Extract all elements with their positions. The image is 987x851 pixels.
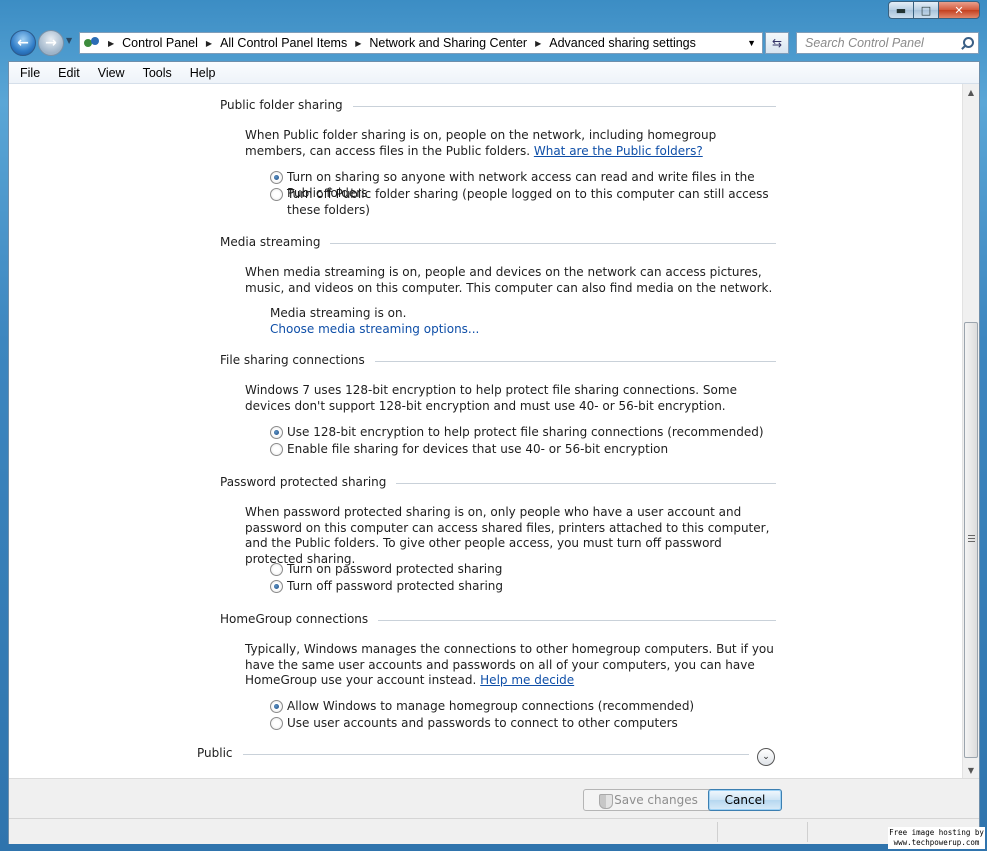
profile-header-public[interactable]: Public (197, 746, 777, 760)
scroll-down-arrow-icon[interactable]: ▼ (963, 762, 979, 778)
radio-label: Turn on password protected sharing (287, 562, 503, 576)
section-divider (378, 619, 776, 621)
close-button[interactable]: ✕ (938, 1, 980, 19)
dialog-footer: Save changes Cancel (9, 778, 979, 818)
menu-file[interactable]: File (11, 66, 49, 80)
radio-label: Use user accounts and passwords to conne… (287, 716, 678, 730)
breadcrumb-advanced-sharing[interactable]: Advanced sharing settings (549, 36, 696, 50)
chevron-right-icon[interactable]: ▶ (108, 39, 114, 48)
chevron-right-icon[interactable]: ▶ (206, 39, 212, 48)
radio-option[interactable]: Use 128-bit encryption to help protect f… (270, 425, 780, 441)
media-streaming-status: Media streaming is on. Choose media stre… (270, 306, 805, 337)
cancel-button[interactable]: Cancel (708, 789, 782, 811)
radio-button[interactable] (270, 717, 283, 730)
back-button[interactable]: ← (10, 30, 36, 56)
radio-button-checked[interactable] (270, 426, 283, 439)
radio-button[interactable] (270, 188, 283, 201)
menu-bar: File Edit View Tools Help (9, 62, 979, 84)
menu-help[interactable]: Help (181, 66, 225, 80)
recent-pages-dropdown[interactable]: ▼ (66, 36, 72, 45)
section-description: When media streaming is on, people and d… (245, 265, 773, 295)
section-description: Windows 7 uses 128-bit encryption to hel… (245, 383, 737, 413)
section-title: HomeGroup connections (220, 612, 369, 626)
profile-title: Public (197, 746, 233, 760)
control-panel-icon (84, 36, 100, 50)
vertical-scrollbar[interactable]: ▲ ▼ (962, 84, 979, 778)
radio-option[interactable]: Use user accounts and passwords to conne… (270, 716, 780, 732)
navigation-bar: ← → ▼ ▶ Control Panel ▶ All Control Pane… (8, 28, 979, 58)
radio-option[interactable]: Turn off Public folder sharing (people l… (270, 187, 780, 218)
radio-button[interactable] (270, 443, 283, 456)
radio-label: Turn off password protected sharing (287, 579, 503, 593)
chevron-right-icon[interactable]: ▶ (355, 39, 361, 48)
grip-icon (968, 535, 975, 542)
chevron-down-icon[interactable]: ▼ (747, 38, 756, 48)
arrow-right-icon: → (45, 35, 57, 51)
radio-label: Turn off Public folder sharing (people l… (287, 187, 769, 217)
radio-label: Allow Windows to manage homegroup connec… (287, 699, 695, 713)
status-divider (717, 822, 718, 842)
radio-label: Enable file sharing for devices that use… (287, 442, 669, 456)
public-folders-help-link[interactable]: What are the Public folders? (534, 144, 703, 158)
section-header-public-folder: Public folder sharing (220, 98, 776, 112)
breadcrumb-control-panel[interactable]: Control Panel (122, 36, 198, 50)
watermark: Free image hosting by www.techpowerup.co… (888, 827, 985, 849)
maximize-button[interactable]: □ (913, 1, 938, 19)
uac-shield-icon (599, 793, 614, 809)
section-divider (330, 242, 776, 244)
media-streaming-options-link[interactable]: Choose media streaming options... (270, 322, 805, 338)
radio-option[interactable]: Enable file sharing for devices that use… (270, 442, 780, 458)
section-description: Typically, Windows manages the connectio… (245, 642, 774, 687)
menu-tools[interactable]: Tools (134, 66, 181, 80)
section-header-homegroup: HomeGroup connections (220, 612, 776, 626)
breadcrumb-network-sharing[interactable]: Network and Sharing Center (369, 36, 527, 50)
minimize-button[interactable]: ▬ (888, 1, 913, 19)
expand-chevron-icon[interactable]: ⌄ (757, 748, 775, 766)
section-header-media-streaming: Media streaming (220, 235, 776, 249)
refresh-button[interactable]: ⇆ (765, 32, 789, 54)
section-description: When password protected sharing is on, o… (245, 505, 770, 566)
help-me-decide-link[interactable]: Help me decide (480, 673, 574, 687)
window-client-area: File Edit View Tools Help Public folder … (8, 61, 980, 844)
radio-option[interactable]: Allow Windows to manage homegroup connec… (270, 699, 780, 715)
breadcrumb-all-items[interactable]: All Control Panel Items (220, 36, 347, 50)
arrow-left-icon: ← (17, 35, 29, 51)
radio-button-checked[interactable] (270, 700, 283, 713)
window-caption-buttons: ▬ □ ✕ (888, 1, 980, 19)
search-icon[interactable] (959, 36, 974, 50)
section-divider (396, 482, 776, 484)
radio-option[interactable]: Turn off password protected sharing (270, 579, 780, 595)
section-divider (352, 105, 776, 107)
radio-button[interactable] (270, 563, 283, 576)
forward-button[interactable]: → (38, 30, 64, 56)
section-header-file-sharing: File sharing connections (220, 353, 776, 367)
radio-option[interactable]: Turn on password protected sharing (270, 562, 780, 578)
settings-content: Public folder sharing When Public folder… (9, 84, 963, 778)
section-title: Password protected sharing (220, 475, 387, 489)
search-input[interactable]: Search Control Panel (796, 32, 979, 54)
menu-edit[interactable]: Edit (49, 66, 89, 80)
section-title: File sharing connections (220, 353, 365, 367)
address-bar[interactable]: ▶ Control Panel ▶ All Control Panel Item… (79, 32, 763, 54)
search-placeholder: Search Control Panel (805, 36, 924, 50)
refresh-icon: ⇆ (771, 36, 783, 50)
section-divider (374, 360, 776, 362)
scrollbar-thumb[interactable] (964, 322, 978, 758)
section-description: When Public folder sharing is on, people… (245, 128, 717, 158)
radio-button-checked[interactable] (270, 580, 283, 593)
section-header-password-sharing: Password protected sharing (220, 475, 776, 489)
menu-view[interactable]: View (89, 66, 134, 80)
status-bar (9, 818, 979, 844)
status-divider (807, 822, 808, 842)
section-divider (242, 753, 749, 755)
radio-button-checked[interactable] (270, 171, 283, 184)
section-title: Public folder sharing (220, 98, 343, 112)
radio-label: Use 128-bit encryption to help protect f… (287, 425, 764, 439)
save-changes-button[interactable]: Save changes (583, 789, 714, 811)
chevron-right-icon[interactable]: ▶ (535, 39, 541, 48)
save-changes-label: Save changes (614, 793, 698, 807)
scroll-up-arrow-icon[interactable]: ▲ (963, 84, 979, 100)
section-title: Media streaming (220, 235, 321, 249)
